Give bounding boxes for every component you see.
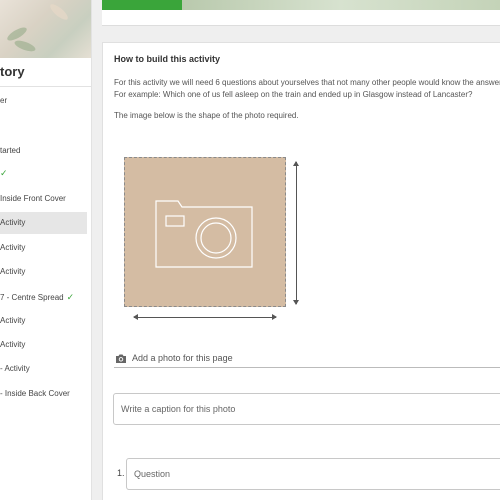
sidebar-title: tory — [0, 64, 25, 79]
caption-placeholder: Write a caption for this photo — [121, 404, 236, 414]
sidebar-item-label: Activity — [0, 218, 26, 227]
sidebar-item-activity[interactable]: Activity — [0, 261, 87, 283]
sidebar-item-label: Inside Front Cover — [0, 194, 66, 203]
width-dimension-arrow — [133, 314, 277, 320]
photo-shape-text: The image below is the shape of the phot… — [114, 111, 299, 120]
sidebar-banner-image — [0, 0, 91, 58]
sidebar: tory er tarted ✓ Inside Front Cover Acti… — [0, 0, 92, 500]
sidebar-item-label: 7 - Centre Spread — [0, 293, 64, 302]
example-text: For example: Which one of us fell asleep… — [114, 90, 473, 99]
check-icon: ✓ — [0, 168, 8, 178]
sidebar-item-label: Activity — [0, 316, 26, 325]
header-image-strip — [102, 0, 500, 10]
previous-section-card — [102, 0, 500, 26]
sidebar-item-label: Activity — [0, 243, 26, 252]
sidebar-item-label: Activity — [0, 340, 26, 349]
question-number: 1. — [117, 468, 125, 478]
camera-icon — [116, 354, 126, 363]
caption-input[interactable]: Write a caption for this photo — [113, 393, 500, 425]
sidebar-item-activity[interactable]: Activity — [0, 334, 87, 356]
sidebar-divider — [0, 86, 91, 87]
sidebar-item-3[interactable]: ✓ — [0, 162, 87, 184]
sidebar-item-1[interactable]: er — [0, 90, 87, 112]
photo-shape-placeholder — [124, 157, 286, 307]
sidebar-item-activity-active[interactable]: Activity — [0, 212, 87, 234]
sidebar-item-activity[interactable]: Activity — [0, 310, 87, 332]
instruction-text: For this activity we will need 6 questio… — [114, 78, 500, 87]
sidebar-item-label: - Inside Back Cover — [0, 389, 70, 398]
sidebar-item-label: - Activity — [0, 364, 30, 373]
section-heading: How to build this activity — [114, 54, 221, 64]
sidebar-item-label: Activity — [0, 267, 26, 276]
sidebar-item-label: er — [0, 96, 8, 105]
question-input[interactable]: Question — [126, 458, 500, 490]
add-photo-field[interactable]: Add a photo for this page — [114, 350, 500, 368]
add-photo-label: Add a photo for this page — [132, 353, 233, 363]
sidebar-item-2[interactable]: tarted — [0, 140, 87, 162]
sidebar-item-label: tarted — [0, 146, 21, 155]
question-placeholder: Question — [134, 469, 171, 479]
sidebar-item-inside-front-cover[interactable]: Inside Front Cover — [0, 188, 87, 210]
sidebar-item-inside-back-cover[interactable]: - Inside Back Cover — [0, 383, 87, 405]
sidebar-item-activity[interactable]: Activity — [0, 237, 87, 259]
sidebar-item-centre-spread[interactable]: 7 - Centre Spread ✓ — [0, 286, 87, 308]
height-dimension-arrow — [293, 161, 299, 305]
sidebar-item-activity[interactable]: - Activity — [0, 358, 87, 380]
check-icon: ✓ — [66, 292, 75, 302]
camera-outline-icon — [155, 200, 253, 268]
